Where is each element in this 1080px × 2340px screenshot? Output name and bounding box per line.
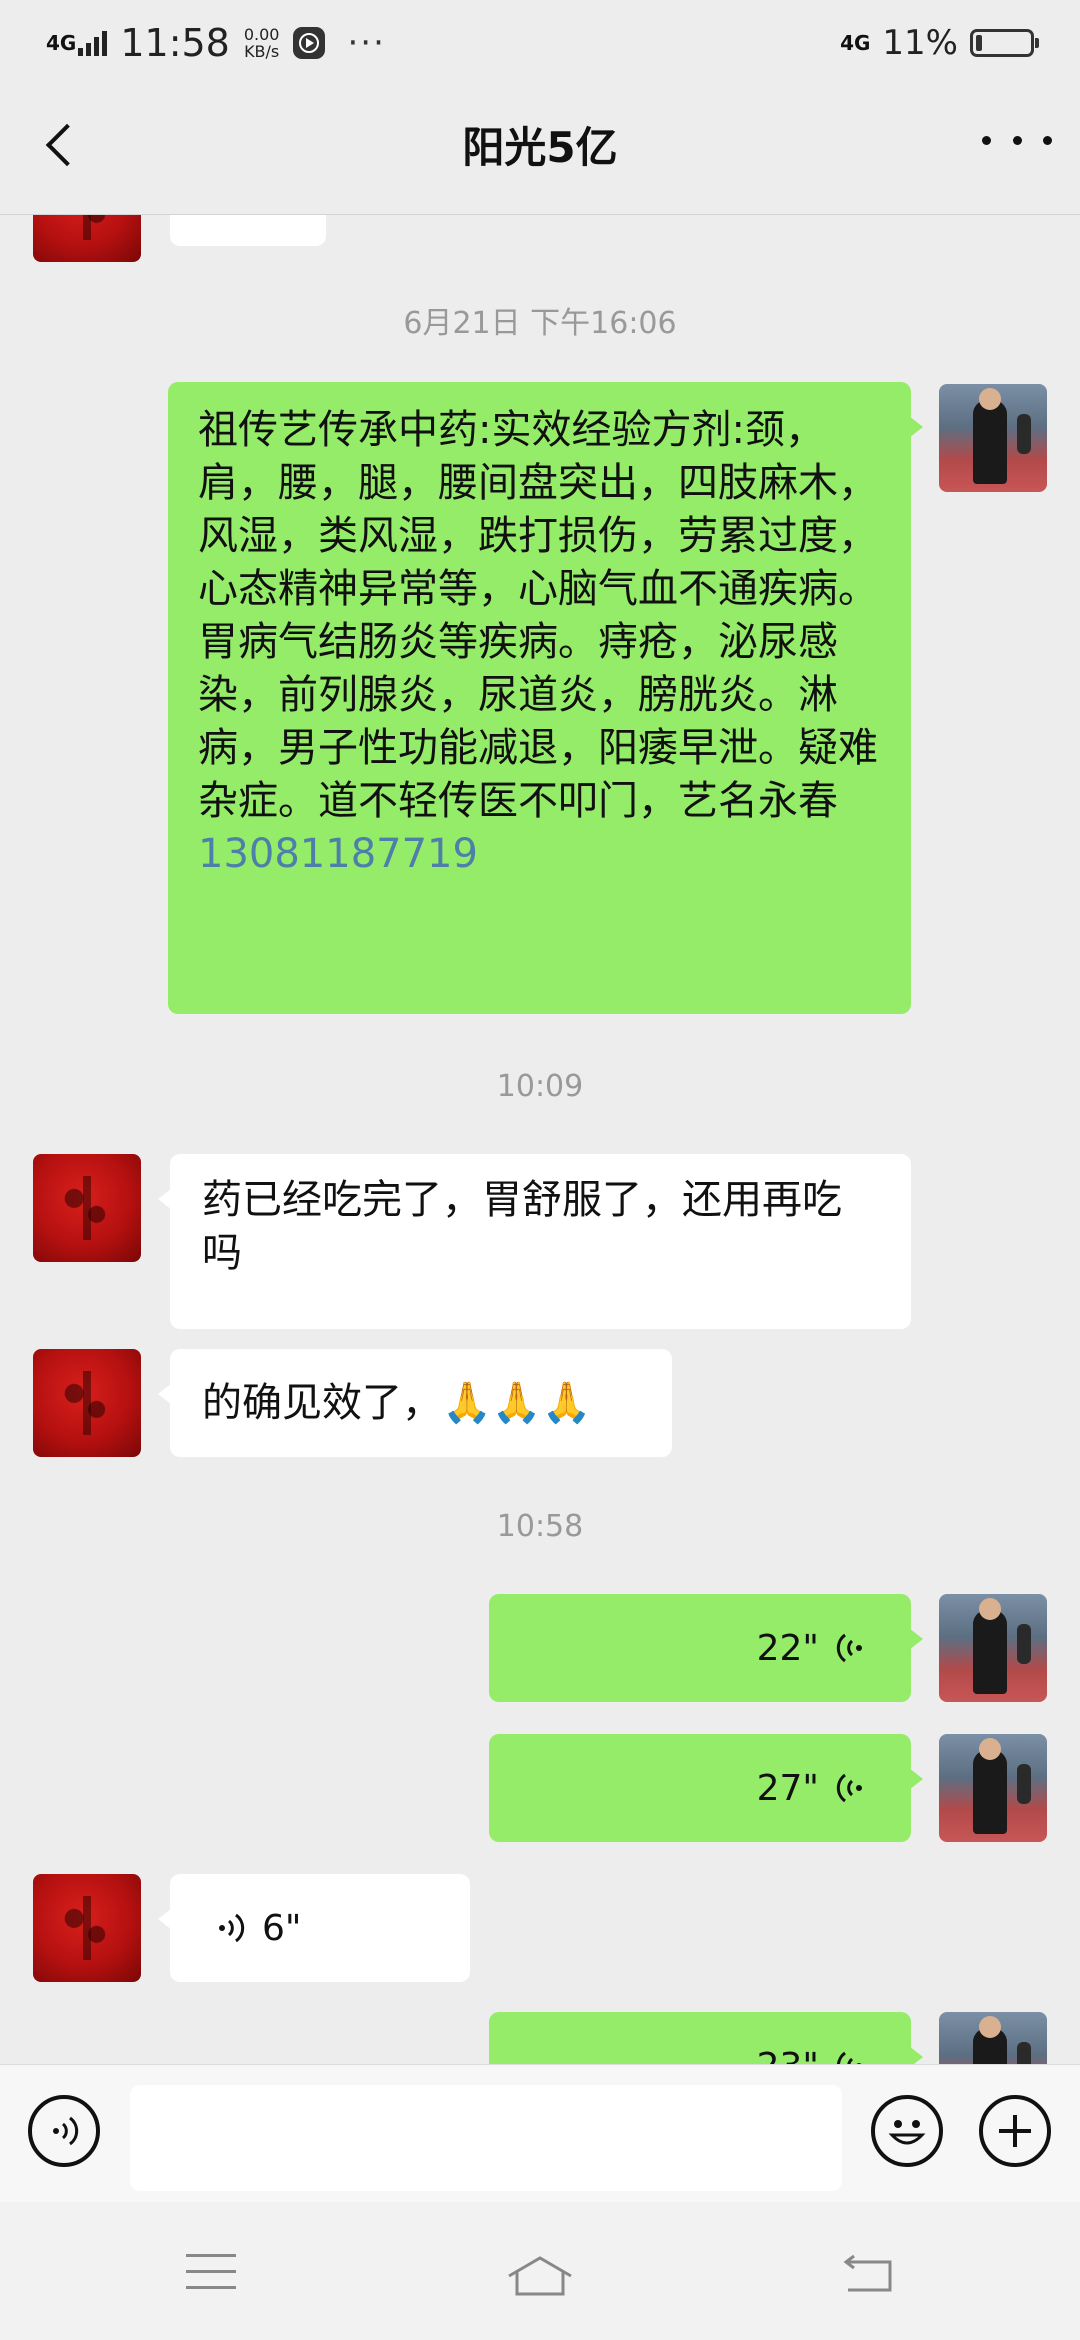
timestamp: 10:58 bbox=[496, 1509, 584, 1544]
emoji-icon[interactable] bbox=[871, 2095, 943, 2167]
my-avatar[interactable] bbox=[939, 1734, 1047, 1842]
message-text: 祖传艺传承中药:实效经验方剂:颈，肩，腰，腿，腰间盘突出，四肢麻木，风湿，类风湿… bbox=[198, 404, 881, 881]
plus-icon[interactable] bbox=[979, 2095, 1051, 2167]
voice-wave-icon bbox=[836, 1773, 862, 1803]
battery-icon bbox=[970, 29, 1039, 57]
recent-apps-icon[interactable] bbox=[186, 2254, 236, 2290]
notification-more-icon: ··· bbox=[347, 23, 386, 63]
network-speed-unit: KB/s bbox=[244, 42, 280, 61]
voice-message-incoming[interactable]: 6" bbox=[158, 1874, 470, 1982]
message-bubble-incoming[interactable]: 药已经吃完了，胃舒服了，还用再吃吗 bbox=[158, 1154, 911, 1329]
message-list[interactable]: 6月21日 下午16:06 祖传艺传承中药:实效经验方剂:颈，肩，腰，腿，腰间盘… bbox=[0, 214, 1080, 2064]
voice-duration: 27" bbox=[756, 1767, 819, 1809]
voice-message-outgoing[interactable]: 23" bbox=[489, 2012, 923, 2065]
more-dots-icon[interactable] bbox=[982, 120, 1052, 160]
contact-avatar[interactable] bbox=[33, 1874, 141, 1982]
status-right: 4G 11% bbox=[840, 18, 1039, 68]
voice-duration: 23" bbox=[757, 2046, 819, 2065]
my-avatar[interactable] bbox=[939, 384, 1047, 492]
contact-avatar[interactable] bbox=[33, 214, 141, 262]
network-type-right: 4G bbox=[840, 31, 871, 55]
message-bubble-outgoing[interactable]: 祖传艺传承中药:实效经验方剂:颈，肩，腰，腿，腰间盘突出，四肢麻木，风湿，类风湿… bbox=[168, 382, 923, 1014]
network-type: 4G bbox=[46, 31, 77, 55]
clock: 11:58 bbox=[120, 21, 230, 65]
voice-message-outgoing[interactable]: 22" bbox=[489, 1594, 923, 1702]
my-avatar[interactable] bbox=[939, 1594, 1047, 1702]
voice-mode-icon[interactable] bbox=[28, 2095, 100, 2167]
voice-wave-icon bbox=[219, 1913, 245, 1943]
phone-link[interactable]: 13081187719 bbox=[198, 831, 478, 877]
voice-message-outgoing[interactable]: 27" bbox=[489, 1734, 923, 1842]
message-text: 药已经吃完了，胃舒服了，还用再吃吗 bbox=[202, 1177, 842, 1276]
voice-duration: 22" bbox=[756, 1627, 819, 1669]
chat-title: 阳光5亿 bbox=[462, 123, 618, 172]
status-bar: 4G 11:58 0.00 KB/s ··· 4G 11% bbox=[0, 0, 1080, 84]
contact-avatar[interactable] bbox=[33, 1154, 141, 1262]
timestamp: 10:09 bbox=[496, 1069, 584, 1104]
voice-duration: 6" bbox=[262, 1907, 302, 1949]
signal-icon bbox=[78, 30, 110, 56]
battery-percent: 11% bbox=[882, 23, 958, 63]
message-body: 祖传艺传承中药:实效经验方剂:颈，肩，腰，腿，腰间盘突出，四肢麻木，风湿，类风湿… bbox=[198, 407, 878, 824]
input-bar bbox=[0, 2064, 1080, 2203]
voice-wave-icon bbox=[837, 2051, 862, 2064]
message-input[interactable] bbox=[130, 2085, 842, 2191]
home-icon[interactable] bbox=[505, 2254, 575, 2298]
message-bubble-incoming[interactable]: 的确见效了，🙏🙏🙏 bbox=[158, 1349, 672, 1457]
status-left: 4G 11:58 0.00 KB/s ··· bbox=[46, 18, 386, 68]
message-text: 的确见效了，🙏🙏🙏 bbox=[202, 1380, 592, 1426]
system-navigation-bar bbox=[0, 2202, 1080, 2340]
network-speed: 0.00 KB/s bbox=[244, 26, 280, 60]
message-bubble-partial[interactable] bbox=[170, 214, 326, 246]
timestamp: 6月21日 下午16:06 bbox=[403, 306, 677, 341]
contact-avatar[interactable] bbox=[33, 1349, 141, 1457]
system-back-icon[interactable] bbox=[840, 2254, 896, 2294]
my-avatar[interactable] bbox=[939, 2012, 1047, 2064]
media-play-icon bbox=[293, 27, 326, 59]
chat-header: 阳光5亿 bbox=[0, 84, 1080, 215]
voice-wave-icon bbox=[836, 1633, 862, 1663]
battery-fill bbox=[976, 35, 982, 51]
